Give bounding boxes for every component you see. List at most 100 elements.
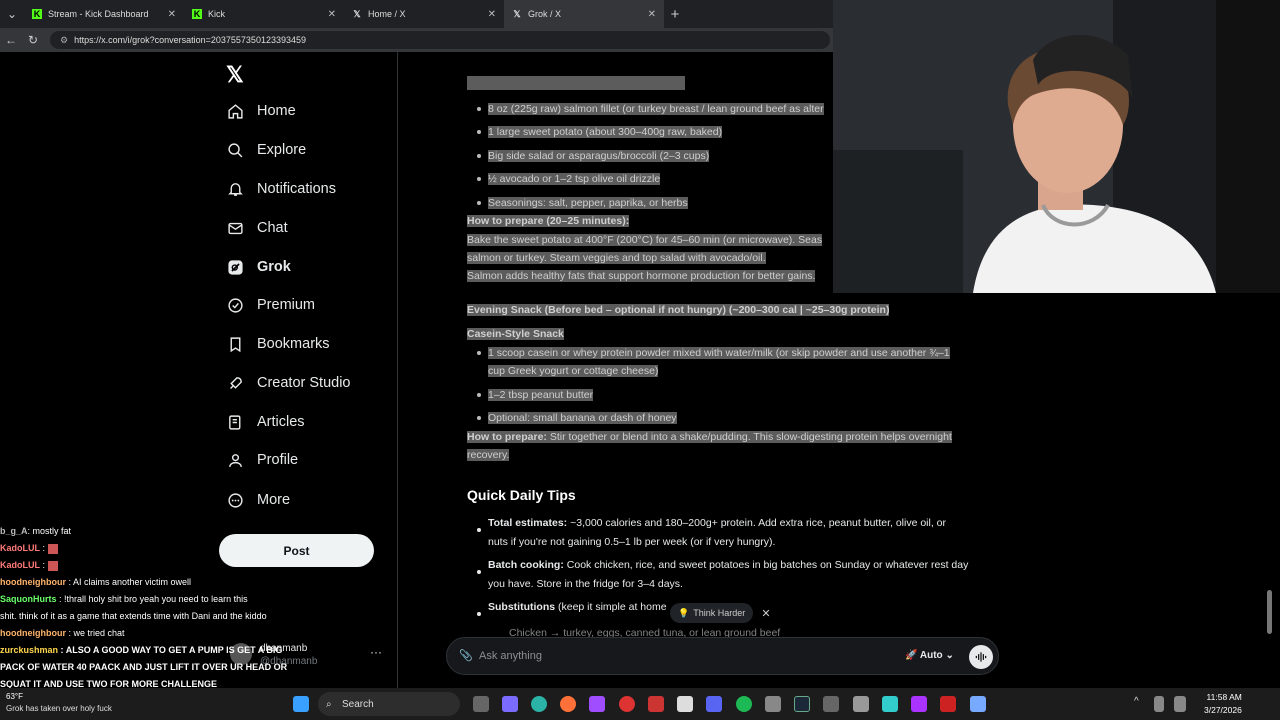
copilot-icon[interactable] — [502, 696, 518, 712]
sidebar-item-bookmarks[interactable]: Bookmarks — [226, 332, 330, 356]
attach-icon[interactable]: 📎 — [459, 649, 473, 662]
bullet — [477, 107, 481, 111]
think-harder-button[interactable]: 💡 Think Harder — [670, 603, 754, 623]
bell-icon — [226, 180, 244, 198]
windows-start-icon[interactable] — [293, 696, 309, 712]
tab-home-x[interactable]: 𝕏 Home / X ✕ — [344, 0, 504, 28]
prep-label: How to prepare (20–25 minutes): — [467, 215, 630, 227]
app-icon[interactable] — [823, 696, 839, 712]
itunes-icon[interactable] — [677, 696, 693, 712]
close-icon[interactable]: ✕ — [168, 9, 176, 20]
list-item: 1 scoop casein or whey protein powder mi… — [488, 347, 950, 359]
sidebar-item-premium[interactable]: Premium — [226, 293, 315, 317]
sidebar-item-home[interactable]: Home — [226, 99, 296, 123]
discord-icon[interactable] — [706, 696, 722, 712]
sidebar-item-label: Articles — [257, 414, 305, 430]
x-icon: 𝕏 — [513, 8, 521, 19]
url-input[interactable]: ⚙ https://x.com/i/grok?conversation=2037… — [50, 31, 830, 49]
close-icon[interactable]: ✕ — [757, 603, 775, 623]
rocket-icon: 🚀 — [905, 650, 918, 661]
reload-icon[interactable]: ↻ — [22, 33, 44, 47]
firefox-icon[interactable] — [560, 696, 576, 712]
app-icon[interactable] — [911, 696, 927, 712]
search-label: Search — [342, 698, 374, 710]
sidebar-item-chat[interactable]: Chat — [226, 216, 288, 240]
tab-kick-dashboard[interactable]: K Stream - Kick Dashboard ✕ — [24, 0, 184, 28]
back-arrow-icon[interactable]: ← — [0, 33, 22, 47]
more-circle-icon — [226, 491, 244, 509]
prep-text: recovery. — [467, 449, 510, 461]
bullet — [477, 154, 481, 158]
mode-label: Auto — [919, 650, 943, 661]
sidebar-item-label: Creator Studio — [257, 375, 351, 391]
prep-text: salmon or turkey. Steam veggies and top … — [467, 252, 766, 264]
microphone-icon[interactable] — [1154, 696, 1164, 712]
tip-item: Substitutions (keep it simple at home — [488, 601, 667, 613]
address-bar: ← ↻ ⚙ https://x.com/i/grok?conversation=… — [0, 28, 833, 52]
new-tab-plus-icon[interactable]: + — [664, 6, 686, 23]
app-icon[interactable] — [853, 696, 869, 712]
sidebar-item-label: Profile — [257, 452, 299, 468]
edge-icon[interactable] — [531, 696, 547, 712]
sidebar-item-profile[interactable]: Profile — [226, 448, 298, 472]
taskbar-search[interactable]: ⌕ Search — [318, 692, 460, 716]
tip-item: you have. Store in the fridge for 3–4 da… — [488, 578, 683, 590]
voice-mode-icon[interactable] — [969, 645, 993, 669]
sidebar-item-explore[interactable]: Explore — [226, 138, 306, 162]
steam-icon[interactable] — [794, 696, 810, 712]
grok-icon — [226, 258, 244, 276]
sidebar-item-notifications[interactable]: Notifications — [226, 177, 336, 201]
app-icon[interactable] — [765, 696, 781, 712]
background-panel — [1216, 0, 1280, 293]
chrome-icon[interactable] — [619, 696, 635, 712]
close-icon[interactable]: ✕ — [328, 9, 336, 20]
more-horizontal-icon[interactable]: ··· — [370, 645, 382, 659]
bullet — [477, 528, 481, 532]
tip-item: nuts if you're not gaining 0.5–1 lb per … — [488, 536, 776, 548]
bullet — [477, 130, 481, 134]
emote — [47, 560, 58, 571]
scrollbar[interactable] — [1267, 590, 1272, 634]
tab-list-chevron-icon[interactable]: ⌄ — [0, 7, 24, 21]
app-icon[interactable] — [589, 696, 605, 712]
list-item: Big side salad or asparagus/broccoli (2–… — [488, 150, 710, 162]
app-icon[interactable] — [970, 696, 986, 712]
clock[interactable]: 11:58 AM 3/27/2026 — [1204, 691, 1242, 717]
task-view-icon[interactable] — [473, 696, 489, 712]
person-icon — [226, 451, 244, 469]
list-item: 1 large sweet potato (about 300–400g raw… — [488, 126, 723, 138]
sidebar-item-grok[interactable]: Grok — [226, 255, 291, 279]
think-harder-label: Think Harder — [693, 608, 746, 618]
tip-item: Batch cooking: Cook chicken, rice, and s… — [488, 559, 969, 571]
app-icon[interactable] — [648, 696, 664, 712]
rocket-icon — [226, 374, 244, 392]
bullet — [477, 201, 481, 205]
sidebar-item-creator-studio[interactable]: Creator Studio — [226, 371, 351, 395]
list-item: Seasonings: salt, pepper, paprika, or he… — [488, 197, 688, 209]
close-icon[interactable]: ✕ — [488, 9, 496, 20]
x-logo-icon[interactable]: 𝕏 — [226, 62, 244, 88]
weather-widget[interactable]: 63°F Grok has taken over holy fuck — [6, 691, 112, 715]
ask-input[interactable]: 📎 Ask anything 🚀 Auto ⌄ — [446, 637, 999, 675]
prep-text: How to prepare: Stir together or blend i… — [467, 431, 952, 443]
sidebar-item-articles[interactable]: Articles — [226, 410, 305, 434]
tip-item: Total estimates: ~3,000 calories and 180… — [488, 517, 947, 529]
tab-label: Stream - Kick Dashboard — [48, 9, 149, 19]
spotify-icon[interactable] — [736, 696, 752, 712]
tab-kick[interactable]: K Kick ✕ — [184, 0, 344, 28]
sidebar-item-label: Premium — [257, 297, 316, 313]
tray-chevron-icon[interactable]: ^ — [1134, 696, 1144, 712]
prep-text: Salmon adds healthy fats that support ho… — [467, 270, 816, 282]
mode-selector[interactable]: 🚀 Auto ⌄ — [905, 650, 954, 661]
close-icon[interactable]: ✕ — [648, 9, 656, 20]
tab-grok-x[interactable]: 𝕏 Grok / X ✕ — [504, 0, 664, 28]
chat-message: zurckushman : ALSO A GOOD WAY TO GET A P… — [0, 645, 283, 655]
app-icon[interactable] — [940, 696, 956, 712]
emote — [47, 543, 58, 554]
search-icon: ⌕ — [326, 698, 332, 710]
browser-tab-bar: ⌄ K Stream - Kick Dashboard ✕ K Kick ✕ 𝕏… — [0, 0, 833, 28]
app-icon[interactable] — [882, 696, 898, 712]
sidebar-item-more[interactable]: More — [226, 488, 290, 512]
site-info-icon[interactable]: ⚙ — [60, 35, 68, 46]
volume-icon[interactable] — [1174, 696, 1186, 712]
